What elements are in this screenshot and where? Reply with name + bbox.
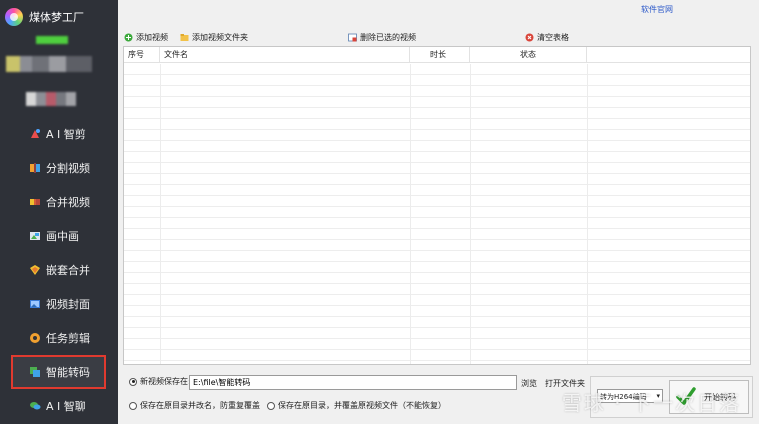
rename-option[interactable]: 保存在原目录并改名，防重复覆盖 [129, 400, 260, 411]
overwrite-option[interactable]: 保存在原目录，并覆盖原视频文件（不能恢复） [267, 400, 446, 411]
sidebar-item-label: 视频封面 [46, 298, 90, 311]
blurred-region [6, 56, 92, 72]
picture-in-picture-icon [28, 229, 42, 243]
sidebar-item-video-cover[interactable]: 视频封面 [0, 287, 118, 321]
nest-merge-icon [28, 263, 42, 277]
save-to-radio[interactable] [129, 377, 137, 386]
overwrite-radio[interactable] [267, 401, 275, 410]
add-icon [124, 33, 133, 42]
task-edit-icon [28, 331, 42, 345]
sidebar-item-ai-chat[interactable]: A I 智聊 [0, 389, 118, 423]
sidebar-item-split-video[interactable]: 分割视频 [0, 151, 118, 185]
rename-label: 保存在原目录并改名，防重复覆盖 [140, 401, 260, 410]
split-video-icon [28, 161, 42, 175]
table-body[interactable] [124, 64, 750, 364]
delete-selected-label: 删除已选的视频 [360, 33, 416, 42]
delete-list-icon [348, 33, 357, 42]
ai-chat-icon [28, 399, 42, 413]
app-logo-icon [5, 8, 23, 26]
sidebar-item-label: 智能转码 [46, 366, 90, 379]
table-header: 序号 文件名 时长 状态 [124, 47, 750, 63]
sidebar-item-label: A I 智剪 [46, 128, 86, 141]
video-cover-icon [28, 297, 42, 311]
overwrite-label: 保存在原目录，并覆盖原视频文件（不能恢复） [278, 401, 446, 410]
sidebar-nav: A I 智剪 分割视频 合并视频 画中画 嵌套合并 视频封面 任务剪辑 智能转码… [0, 117, 118, 423]
column-header-index[interactable]: 序号 [124, 47, 160, 62]
sidebar-item-label: 任务剪辑 [46, 332, 90, 345]
app-title: 煤体梦工厂 [29, 11, 84, 24]
app-header: 煤体梦工厂 [0, 0, 118, 34]
clear-table-button[interactable]: 清空表格 [525, 32, 569, 43]
save-to-label: 新视频保存在: [140, 377, 191, 386]
column-header-status[interactable]: 状态 [470, 47, 587, 62]
clear-icon [525, 33, 534, 42]
sidebar-item-ai-edit[interactable]: A I 智剪 [0, 117, 118, 151]
column-header-duration[interactable]: 时长 [410, 47, 470, 62]
folder-icon [180, 33, 189, 42]
sidebar-item-merge-video[interactable]: 合并视频 [0, 185, 118, 219]
website-link[interactable]: 软件官网 [641, 4, 673, 15]
sidebar-item-label: 合并视频 [46, 196, 90, 209]
main-panel: 软件官网 添加视频 添加视频文件夹 删除已选的视频 清空表格 序号 文件名 时长… [118, 0, 759, 424]
ai-edit-icon [28, 127, 42, 141]
add-video-button[interactable]: 添加视频 [124, 32, 168, 43]
save-path-input[interactable] [189, 375, 517, 390]
merge-video-icon [28, 195, 42, 209]
blurred-region [36, 36, 68, 44]
sidebar: 煤体梦工厂 A I 智剪 分割视频 合并视频 画中画 嵌套合并 视频封面 任务剪… [0, 0, 118, 424]
sidebar-item-task-edit[interactable]: 任务剪辑 [0, 321, 118, 355]
add-video-label: 添加视频 [136, 33, 168, 42]
delete-selected-button[interactable]: 删除已选的视频 [348, 32, 416, 43]
sidebar-item-label: A I 智聊 [46, 400, 86, 413]
sidebar-item-label: 分割视频 [46, 162, 90, 175]
save-to-option[interactable]: 新视频保存在: [129, 376, 191, 387]
sidebar-item-nest-merge[interactable]: 嵌套合并 [0, 253, 118, 287]
sidebar-item-label: 嵌套合并 [46, 264, 90, 277]
sidebar-item-picture-in-picture[interactable]: 画中画 [0, 219, 118, 253]
blurred-region [26, 92, 76, 106]
rename-radio[interactable] [129, 401, 137, 410]
watermark: 雪球 · 下一次日落 [561, 391, 741, 415]
video-table[interactable]: 序号 文件名 时长 状态 [123, 46, 751, 365]
add-folder-label: 添加视频文件夹 [192, 33, 248, 42]
column-header-filename[interactable]: 文件名 [160, 47, 410, 62]
toolbar: 添加视频 添加视频文件夹 删除已选的视频 清空表格 [124, 32, 754, 44]
add-folder-button[interactable]: 添加视频文件夹 [180, 32, 248, 43]
column-header-empty [587, 47, 750, 62]
sidebar-item-smart-transcode[interactable]: 智能转码 [11, 355, 106, 389]
clear-table-label: 清空表格 [537, 33, 569, 42]
sidebar-item-label: 画中画 [46, 230, 79, 243]
smart-transcode-icon [28, 365, 42, 379]
browse-button[interactable]: 浏览 [521, 378, 537, 389]
